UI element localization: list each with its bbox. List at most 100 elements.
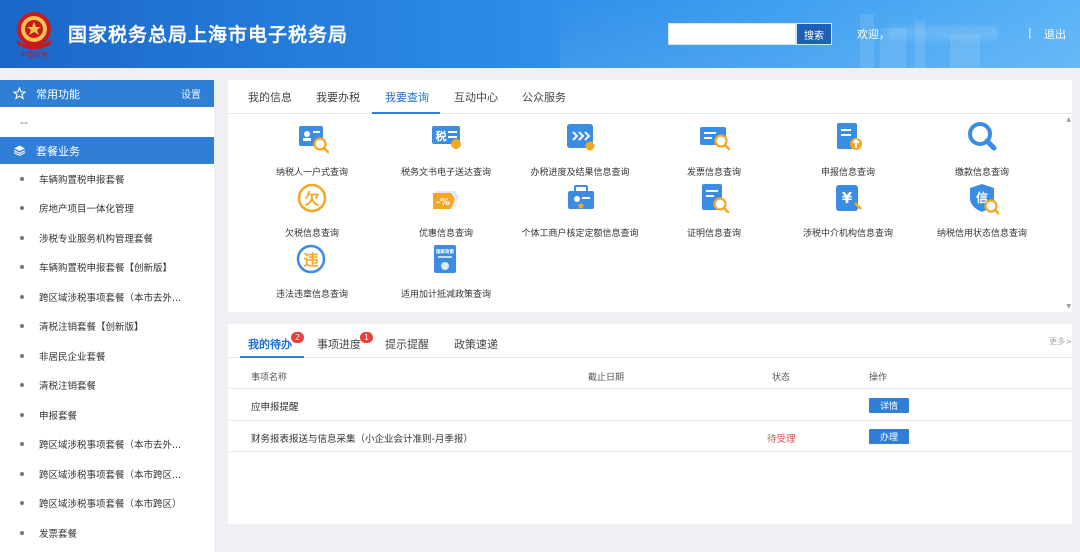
query-item[interactable]: 缴款信息查询 bbox=[912, 120, 1052, 178]
sidebar-package-item[interactable]: 跨区域涉税事项套餐（本市跨区... bbox=[0, 459, 214, 489]
settings-link[interactable]: 设置 bbox=[181, 86, 201, 101]
bullet-dot bbox=[20, 176, 24, 181]
sidebar-package-item[interactable]: 车辆购置税申报套餐 bbox=[0, 164, 214, 194]
svg-text:欠: 欠 bbox=[304, 190, 319, 208]
progress-icon bbox=[567, 124, 595, 151]
tab-query[interactable]: 我要查询 bbox=[385, 89, 429, 105]
column-header-status: 状态 bbox=[772, 373, 791, 383]
query-item[interactable]: 证明信息查询 bbox=[644, 181, 784, 239]
query-item[interactable]: 欠欠税信息查询 bbox=[242, 181, 382, 239]
bullet-dot bbox=[20, 353, 24, 358]
sidebar-package-label: 申报套餐 bbox=[39, 410, 78, 422]
common-functions-empty: -- bbox=[20, 115, 28, 129]
search-button[interactable]: 搜索 bbox=[796, 23, 832, 45]
query-item[interactable]: 纳税人一户式查询 bbox=[242, 120, 382, 178]
layers-icon bbox=[12, 144, 26, 158]
search-input[interactable] bbox=[668, 23, 796, 45]
handle-button[interactable]: 办理 bbox=[869, 429, 909, 444]
query-item-label: 适用加计抵减政策查询 bbox=[400, 290, 491, 300]
bullet-dot bbox=[20, 501, 24, 506]
query-item[interactable]: 申报信息查询 bbox=[778, 120, 918, 178]
common-functions-header[interactable]: 常用功能 设置 bbox=[0, 80, 214, 107]
todo-panel: 我的待办 2 事项进度 1 提示提醒 政策速递 更多> 事项名称 截止日期 状态… bbox=[228, 324, 1072, 524]
more-link[interactable]: 更多> bbox=[1049, 336, 1072, 347]
sidebar-package-item[interactable]: 申报套餐 bbox=[0, 400, 214, 430]
bullet-dot bbox=[20, 265, 24, 270]
sidebar-package-item[interactable]: 跨区域涉税事项套餐（本市去外... bbox=[0, 430, 214, 460]
query-item[interactable]: ¥ 涉税中介机构信息查询 bbox=[778, 181, 918, 239]
agency-icon: ¥ bbox=[836, 185, 862, 211]
sidebar-package-item[interactable]: 房地产项目一体化管理 bbox=[0, 194, 214, 224]
query-item[interactable]: 违违法违章信息查询 bbox=[242, 242, 382, 300]
column-header-action: 操作 bbox=[869, 373, 888, 383]
sidebar-package-item[interactable]: 非居民企业套餐 bbox=[0, 341, 214, 371]
taxpayer-info-icon bbox=[299, 126, 329, 154]
arrears-icon: 欠 bbox=[297, 183, 327, 213]
column-header-name: 事项名称 bbox=[251, 373, 288, 383]
sidebar-package-item[interactable]: 车辆购置税申报套餐【创新版】 bbox=[0, 253, 214, 283]
tab-interaction[interactable]: 互动中心 bbox=[454, 89, 498, 105]
tab-reminders[interactable]: 提示提醒 bbox=[385, 336, 429, 352]
tab-tax-handling[interactable]: 我要办税 bbox=[316, 89, 360, 105]
tax-emblem-logo: 中国税务 bbox=[12, 9, 56, 59]
sidebar-package-label: 涉税专业服务机构管理套餐 bbox=[39, 233, 154, 245]
row-name: 应申报提醒 bbox=[251, 402, 299, 413]
sidebar: 常用功能 设置 -- 套餐业务 车辆购置税申报套餐房地产项目一体化管理涉税专业服… bbox=[0, 80, 214, 552]
tab-my-todo[interactable]: 我的待办 bbox=[248, 336, 292, 352]
scroll-up-arrow[interactable]: ▲ bbox=[1066, 116, 1071, 123]
query-item[interactable]: 个体工商户核定定额信息查询 bbox=[510, 181, 650, 239]
query-item[interactable]: 国家政策适用加计抵减政策查询 bbox=[376, 242, 516, 300]
package-business-header[interactable]: 套餐业务 bbox=[0, 137, 214, 164]
tab-my-info[interactable]: 我的信息 bbox=[248, 89, 292, 105]
sidebar-package-label: 跨区域涉税事项套餐（本市跨区... bbox=[39, 469, 182, 481]
star-icon bbox=[12, 87, 26, 101]
logout-link[interactable]: 退出 bbox=[1044, 26, 1066, 42]
scroll-down-arrow[interactable]: ▼ bbox=[1066, 303, 1071, 310]
sidebar-package-item[interactable]: 清税注销套餐 bbox=[0, 371, 214, 401]
welcome-text: 欢迎， bbox=[857, 28, 890, 41]
credit-icon: 信 bbox=[970, 184, 999, 215]
svg-text:国家政策: 国家政策 bbox=[436, 248, 454, 255]
bullet-dot bbox=[20, 235, 24, 240]
sidebar-package-item[interactable]: 跨区域涉税事项套餐（本市跨区） bbox=[0, 489, 214, 519]
top-header: 中国税务 国家税务总局上海市电子税务局 搜索 欢迎， | 退出 bbox=[0, 0, 1080, 68]
sidebar-package-label: 跨区域涉税事项套餐（本市去外... bbox=[39, 292, 182, 304]
common-functions-title: 常用功能 bbox=[36, 87, 80, 101]
detail-button[interactable]: 详情 bbox=[869, 398, 909, 413]
query-item[interactable]: 办税进度及结果信息查询 bbox=[510, 120, 650, 178]
page-title: 国家税务总局上海市电子税务局 bbox=[68, 24, 349, 46]
bullet-dot bbox=[20, 324, 24, 329]
row-name: 财务报表报送与信息采集（小企业会计准则-月季报） bbox=[251, 434, 473, 445]
todo-tabs: 我的待办 2 事项进度 1 提示提醒 政策速递 更多> bbox=[228, 324, 1072, 358]
query-item[interactable]: -% 优惠信息查询 bbox=[376, 181, 516, 239]
svg-text:税: 税 bbox=[436, 129, 447, 143]
tab-public-service[interactable]: 公众服务 bbox=[522, 89, 566, 105]
sidebar-package-label: 车辆购置税申报套餐 bbox=[39, 174, 125, 186]
tab-policy-express[interactable]: 政策速递 bbox=[454, 336, 498, 352]
progress-count-badge: 1 bbox=[360, 332, 373, 343]
declaration-icon bbox=[837, 123, 862, 150]
todo-count-badge: 2 bbox=[291, 332, 304, 343]
bullet-dot bbox=[20, 442, 24, 447]
sidebar-package-item[interactable]: 清税注销套餐【创新版】 bbox=[0, 312, 214, 342]
sidebar-package-item[interactable]: 跨区域涉税事项套餐（本市去外... bbox=[0, 282, 214, 312]
sidebar-package-item[interactable]: 涉税专业服务机构管理套餐 bbox=[0, 223, 214, 253]
policy-icon: 国家政策 bbox=[434, 245, 456, 273]
query-item[interactable]: 信纳税信用状态信息查询 bbox=[912, 181, 1052, 239]
query-item[interactable]: 发票信息查询 bbox=[644, 120, 784, 178]
svg-text:违: 违 bbox=[303, 251, 318, 269]
invoice-icon bbox=[700, 127, 731, 151]
sidebar-package-label: 非居民企业套餐 bbox=[39, 351, 106, 363]
sidebar-package-label: 跨区域涉税事项套餐（本市跨区） bbox=[39, 499, 182, 511]
tab-item-progress[interactable]: 事项进度 bbox=[317, 336, 361, 352]
certificate-icon bbox=[702, 184, 730, 214]
header-separator: | bbox=[1028, 26, 1032, 39]
sidebar-package-label: 跨区域涉税事项套餐（本市去外... bbox=[39, 440, 182, 452]
business-icon bbox=[568, 185, 594, 209]
svg-text:中国税务: 中国税务 bbox=[20, 50, 48, 59]
query-item[interactable]: 税税务文书电子送达查询 bbox=[376, 120, 516, 178]
bullet-dot bbox=[20, 412, 24, 417]
divider bbox=[228, 451, 1072, 452]
sidebar-package-item[interactable]: 发票套餐 bbox=[0, 518, 214, 548]
package-business-title: 套餐业务 bbox=[36, 144, 80, 158]
